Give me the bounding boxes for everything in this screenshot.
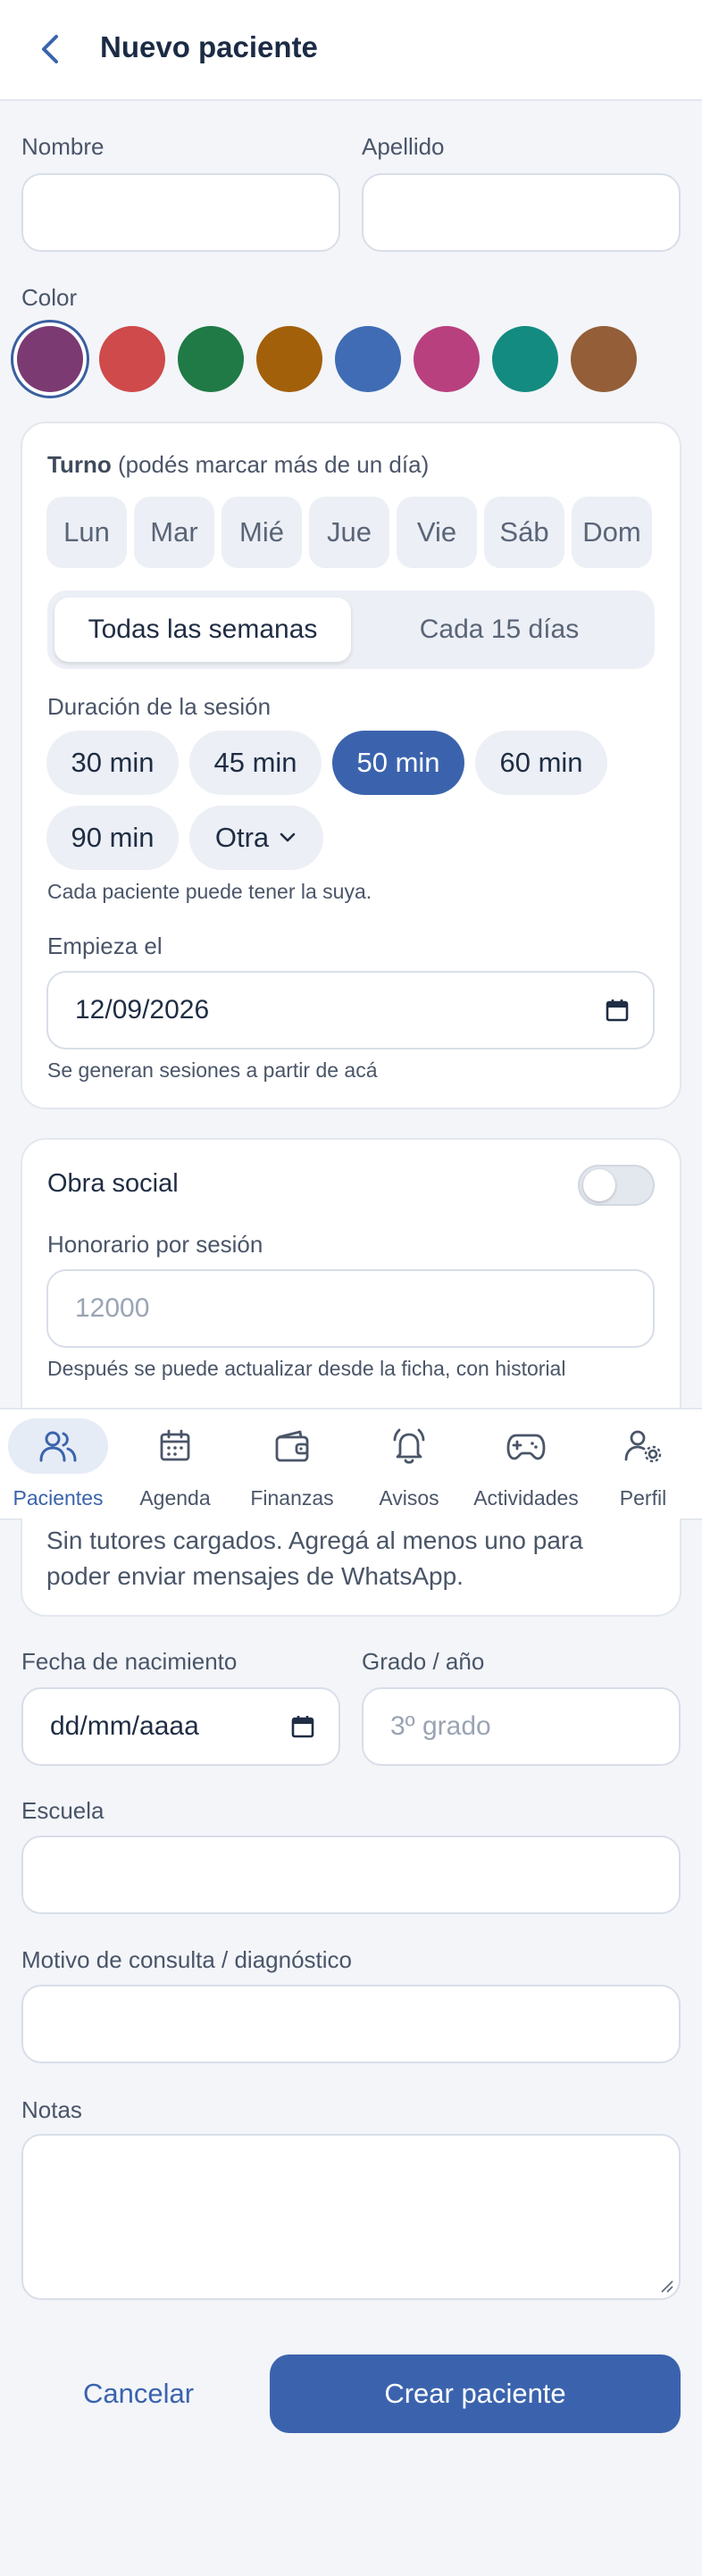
bell-ringing-icon [393,1428,425,1464]
duration-50[interactable]: 50 min [332,731,464,795]
start-date-label: Empieza el [47,933,163,959]
motivo-label: Motivo de consulta / diagnóstico [21,1946,352,1973]
color-swatch-3[interactable] [178,326,244,392]
honorario-label: Honorario por sesión [47,1231,263,1258]
nav-pacientes-icon-wrap [8,1418,108,1474]
duration-90[interactable]: 90 min [46,806,179,870]
tutores-empty-line-2: poder enviar mensajes de WhatsApp. [46,1562,464,1590]
day-chip-mar[interactable]: Mar [134,497,214,568]
tutores-empty-line-1: Sin tutores cargados. Agregá al menos un… [46,1526,583,1554]
frequency-weekly[interactable]: Todas las semanas [54,598,351,662]
nav-actividades-label: Actividades [473,1486,579,1510]
create-patient-button[interactable]: Crear paciente [270,2354,681,2433]
duration-hint: Cada paciente puede tener la suya. [47,880,372,903]
frequency-biweekly[interactable]: Cada 15 días [351,598,648,662]
day-chip-vie[interactable]: Vie [397,497,477,568]
notas-label: Notas [21,2096,82,2123]
user-settings-icon [624,1430,662,1463]
color-swatch-6[interactable] [414,326,480,392]
bottom-navigation: Pacientes Agenda Finanzas Avisos Activid… [0,1408,702,1520]
toggle-knob [583,1169,615,1201]
birthdate-value: dd/mm/aaaa [50,1711,199,1741]
app-header: Nuevo paciente [0,0,702,101]
day-chip-dom[interactable]: Dom [572,497,652,568]
page-title: Nuevo paciente [100,30,318,63]
nav-perfil[interactable]: Perfil [585,1418,701,1517]
duration-45[interactable]: 45 min [189,731,322,795]
users-icon [39,1431,77,1462]
nav-avisos-label: Avisos [379,1486,439,1510]
nav-perfil-label: Perfil [619,1486,667,1510]
color-swatch-4[interactable] [256,326,322,392]
resize-handle-icon[interactable] [659,2279,673,2293]
nav-pacientes[interactable]: Pacientes [0,1418,116,1517]
notas-textarea[interactable] [21,2134,681,2300]
nav-actividades-icon-wrap [476,1418,576,1474]
day-chip-jue[interactable]: Jue [309,497,389,568]
start-date-hint: Se generan sesiones a partir de acá [47,1058,378,1082]
color-swatch-2[interactable] [99,326,165,392]
duration-label: Duración de la sesión [47,693,272,720]
nombre-label: Nombre [21,133,104,160]
grade-label: Grado / año [362,1648,485,1675]
school-input[interactable] [21,1836,681,1914]
back-button[interactable] [32,29,68,70]
nav-agenda-label: Agenda [139,1486,211,1510]
nav-agenda[interactable]: Agenda [117,1418,233,1517]
calendar-icon[interactable] [605,998,630,1023]
turno-heading: Turno (podés marcar más de un día) [47,451,429,479]
day-chip-lun[interactable]: Lun [46,497,127,568]
color-swatch-8[interactable] [571,326,637,392]
nombre-input[interactable] [21,173,340,252]
honorario-input[interactable]: 12000 [46,1269,655,1348]
honorario-hint: Después se puede actualizar desde la fic… [47,1357,566,1380]
tutores-empty-message: Sin tutores cargados. Agregá al menos un… [46,1523,583,1594]
start-date-input[interactable]: 12/09/2026 [46,971,655,1050]
apellido-input[interactable] [362,173,681,252]
color-swatch-5[interactable] [335,326,401,392]
gamepad-icon [506,1434,546,1460]
nav-finanzas-icon-wrap [242,1418,342,1474]
color-label: Color [21,284,78,311]
calendar-icon [160,1429,190,1461]
duration-60[interactable]: 60 min [475,731,607,795]
nav-finanzas[interactable]: Finanzas [234,1418,350,1517]
turno-subtitle: (podés marcar más de un día) [117,451,430,478]
day-chip-sab[interactable]: Sáb [484,497,564,568]
frequency-segmented-control: Todas las semanas Cada 15 días [47,590,655,669]
nav-avisos-icon-wrap [359,1418,459,1474]
nav-actividades[interactable]: Actividades [468,1418,584,1517]
day-chip-mie[interactable]: Mié [221,497,302,568]
chevron-down-icon [280,832,296,842]
birthdate-label: Fecha de nacimiento [21,1648,238,1675]
grade-placeholder: 3º grado [390,1711,491,1741]
birthdate-input[interactable]: dd/mm/aaaa [21,1687,340,1766]
grade-input[interactable]: 3º grado [362,1687,681,1766]
color-swatch-7[interactable] [492,326,558,392]
calendar-icon[interactable] [290,1714,315,1739]
color-swatch-1[interactable] [17,326,83,392]
duration-other-dropdown[interactable]: Otra [189,806,323,870]
start-date-value: 12/09/2026 [75,995,210,1025]
honorario-placeholder: 12000 [75,1293,150,1323]
nav-perfil-icon-wrap [593,1418,693,1474]
duration-30[interactable]: 30 min [46,731,179,795]
nav-pacientes-label: Pacientes [13,1486,104,1510]
wallet-icon [275,1430,309,1462]
motivo-input[interactable] [21,1985,681,2063]
chevron-left-icon [42,35,58,63]
cancel-button[interactable]: Cancelar [21,2354,255,2433]
school-label: Escuela [21,1797,104,1824]
obra-social-label: Obra social [47,1169,179,1198]
nav-agenda-icon-wrap [125,1418,225,1474]
apellido-label: Apellido [362,133,445,160]
obra-social-toggle[interactable] [578,1165,655,1206]
nav-finanzas-label: Finanzas [250,1486,334,1510]
duration-other-label: Otra [214,822,270,853]
turno-title: Turno [47,451,112,478]
nav-avisos[interactable]: Avisos [351,1418,467,1517]
